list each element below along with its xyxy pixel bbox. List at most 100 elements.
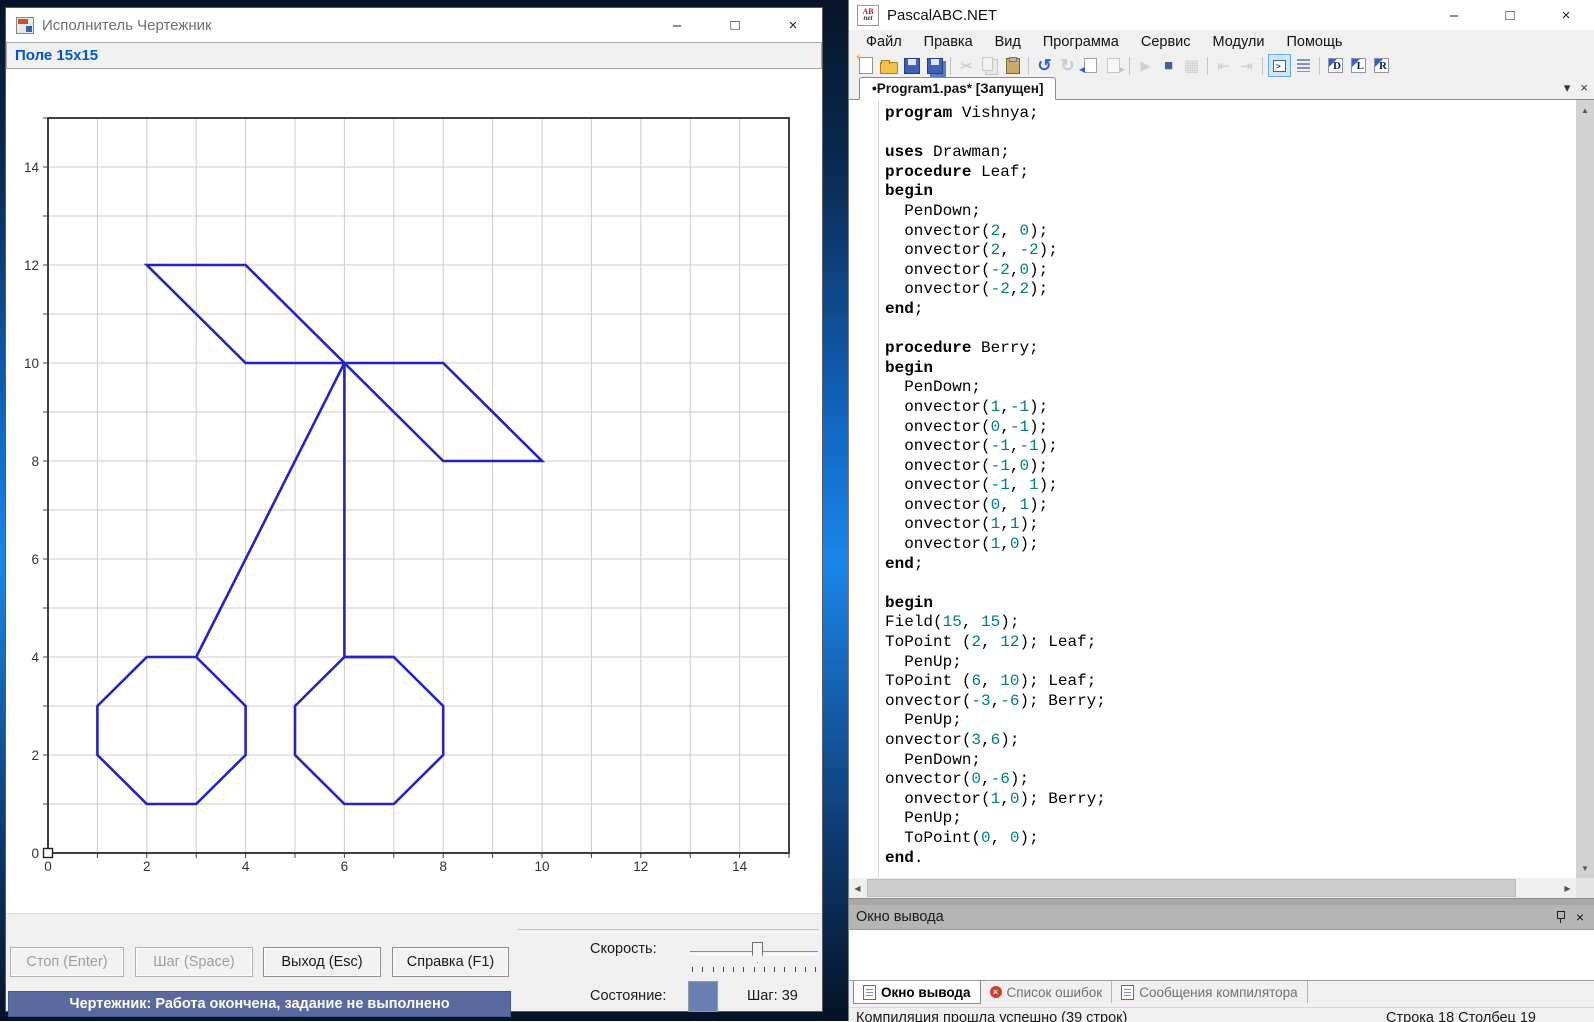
code-line: uses Drawman; bbox=[885, 143, 1574, 163]
code-text[interactable]: program Vishnya; uses Drawman;procedure … bbox=[885, 104, 1574, 868]
code-line: onvector(-1,0); bbox=[885, 457, 1574, 477]
svg-text:8: 8 bbox=[439, 859, 447, 874]
pin-icon[interactable] bbox=[1556, 911, 1564, 923]
save-icon[interactable] bbox=[901, 55, 922, 76]
scroll-left-icon[interactable]: ◀ bbox=[849, 878, 866, 898]
minimize-button[interactable]: – bbox=[648, 8, 706, 42]
svg-text:0: 0 bbox=[44, 859, 52, 874]
drawman-window: Исполнитель Чертежник – □ × Поле 15x15 0… bbox=[6, 8, 822, 1011]
code-line: onvector(3,6); bbox=[885, 731, 1574, 751]
drawman-app-icon bbox=[16, 17, 34, 34]
error-list-icon: × bbox=[990, 986, 1002, 998]
copy-icon[interactable] bbox=[979, 55, 1000, 76]
code-line: begin bbox=[885, 594, 1574, 614]
ide-titlebar: ABnet PascalABC.NET – □ × bbox=[849, 0, 1594, 30]
ide-status-bar: Компиляция прошла успешно (39 строк) Стр… bbox=[849, 1007, 1594, 1022]
open-file-icon[interactable] bbox=[878, 55, 899, 76]
close-button[interactable]: × bbox=[764, 8, 822, 42]
tab-output-window[interactable]: Окно вывода bbox=[853, 981, 981, 1004]
menu-service[interactable]: Сервис bbox=[1130, 32, 1202, 52]
new-file-icon[interactable] bbox=[855, 55, 876, 76]
ide-window: ABnet PascalABC.NET – □ × ФайлПравкаВидП… bbox=[848, 0, 1594, 1021]
svg-text:8: 8 bbox=[31, 454, 39, 469]
maximize-button[interactable]: □ bbox=[1482, 0, 1538, 30]
help-button[interactable]: Справка (F1) bbox=[392, 947, 509, 977]
menu-modules[interactable]: Модули bbox=[1202, 32, 1276, 52]
editor-vertical-scrollbar[interactable]: ▲ ▼ bbox=[1576, 100, 1594, 878]
svg-text:0: 0 bbox=[31, 846, 39, 861]
pascalabc-app-icon: ABnet bbox=[857, 5, 879, 26]
menu-view[interactable]: Вид bbox=[984, 32, 1032, 52]
toolbar-separator bbox=[1319, 57, 1320, 75]
nav-back-icon[interactable] bbox=[1080, 55, 1101, 76]
format-source-icon[interactable] bbox=[1293, 55, 1314, 76]
code-line: onvector(-2,0); bbox=[885, 261, 1574, 281]
goto-definition-icon[interactable]: D bbox=[1325, 55, 1346, 76]
maximize-button[interactable]: □ bbox=[706, 8, 764, 42]
field-size-label-strip: Поле 15x15 bbox=[6, 42, 822, 69]
panel-divider bbox=[518, 929, 819, 933]
svg-text:2: 2 bbox=[143, 859, 151, 874]
menu-edit[interactable]: Правка bbox=[913, 32, 984, 52]
code-line: Field(15, 15); bbox=[885, 613, 1574, 633]
goto-declaration-icon[interactable]: L bbox=[1348, 55, 1369, 76]
menu-help[interactable]: Помощь bbox=[1275, 32, 1353, 52]
field-size-label: Поле 15x15 bbox=[15, 47, 98, 64]
exit-button[interactable]: Выход (Esc) bbox=[263, 947, 381, 977]
redo-icon[interactable] bbox=[1057, 55, 1078, 76]
save-all-icon[interactable] bbox=[924, 55, 945, 76]
code-line: PenDown; bbox=[885, 378, 1574, 398]
code-line: PenUp; bbox=[885, 711, 1574, 731]
tab-error-list[interactable]: ×Список ошибок bbox=[981, 981, 1113, 1003]
tab-compiler-messages[interactable]: Сообщения компилятора bbox=[1112, 981, 1307, 1003]
run-icon[interactable] bbox=[1135, 55, 1156, 76]
goto-realization-icon[interactable]: R bbox=[1371, 55, 1392, 76]
unindent-icon[interactable] bbox=[1213, 55, 1234, 76]
scroll-right-icon[interactable]: ▶ bbox=[1559, 878, 1576, 898]
code-line: onvector(1,0); bbox=[885, 535, 1574, 555]
paste-icon[interactable] bbox=[1002, 55, 1023, 76]
code-line: end; bbox=[885, 555, 1574, 575]
drawman-figure: 0246810121402468101214 bbox=[6, 69, 822, 913]
speed-slider-ticks bbox=[692, 967, 816, 973]
code-editor[interactable]: program Vishnya; uses Drawman;procedure … bbox=[849, 100, 1594, 878]
scroll-up-icon[interactable]: ▲ bbox=[1576, 102, 1594, 118]
toolbar-separator bbox=[950, 57, 951, 75]
code-line: begin bbox=[885, 359, 1574, 379]
code-line: onvector(0, 1); bbox=[885, 496, 1574, 516]
state-label: Состояние: bbox=[590, 988, 666, 1004]
nav-forward-icon[interactable] bbox=[1103, 55, 1124, 76]
cut-icon[interactable] bbox=[956, 55, 977, 76]
console-toggle-icon[interactable]: > bbox=[1268, 54, 1291, 77]
svg-text:2: 2 bbox=[31, 748, 39, 763]
tab-program1[interactable]: •Program1.pas* [Запущен] bbox=[859, 77, 1056, 100]
stop-icon[interactable] bbox=[1158, 55, 1179, 76]
horizontal-scroll-thumb[interactable] bbox=[867, 879, 1516, 897]
tab-close-icon[interactable]: × bbox=[1580, 80, 1588, 96]
undo-icon[interactable] bbox=[1034, 55, 1055, 76]
speed-slider[interactable] bbox=[690, 936, 818, 976]
code-line: procedure Leaf; bbox=[885, 163, 1574, 183]
code-line: PenUp; bbox=[885, 653, 1574, 673]
output-panel-content bbox=[849, 929, 1594, 981]
drawman-titlebar: Исполнитель Чертежник – □ × bbox=[6, 8, 822, 42]
scroll-down-icon[interactable]: ▼ bbox=[1576, 860, 1594, 876]
menu-file[interactable]: Файл bbox=[855, 32, 913, 52]
close-button[interactable]: × bbox=[1538, 0, 1594, 30]
code-line: begin bbox=[885, 182, 1574, 202]
toolbar: > DLR bbox=[849, 53, 1594, 78]
drawman-status-bar: Чертежник: Работа окончена, задание не в… bbox=[8, 991, 511, 1017]
caret-position-text: Строка 18 Столбец 19 bbox=[1386, 1010, 1536, 1022]
indent-icon[interactable] bbox=[1236, 55, 1257, 76]
compile-icon[interactable] bbox=[1181, 55, 1202, 76]
svg-text:4: 4 bbox=[242, 859, 250, 874]
scrollbar-corner bbox=[1576, 878, 1594, 898]
tab-list-dropdown-icon[interactable]: ▾ bbox=[1564, 80, 1571, 96]
menu-program[interactable]: Программа bbox=[1032, 32, 1130, 52]
minimize-button[interactable]: – bbox=[1426, 0, 1482, 30]
editor-horizontal-scrollbar[interactable]: ◀ ▶ bbox=[849, 878, 1576, 898]
code-line: PenDown; bbox=[885, 751, 1574, 771]
output-close-icon[interactable]: × bbox=[1576, 909, 1584, 925]
speed-slider-thumb[interactable] bbox=[752, 942, 763, 963]
svg-text:6: 6 bbox=[31, 552, 39, 567]
